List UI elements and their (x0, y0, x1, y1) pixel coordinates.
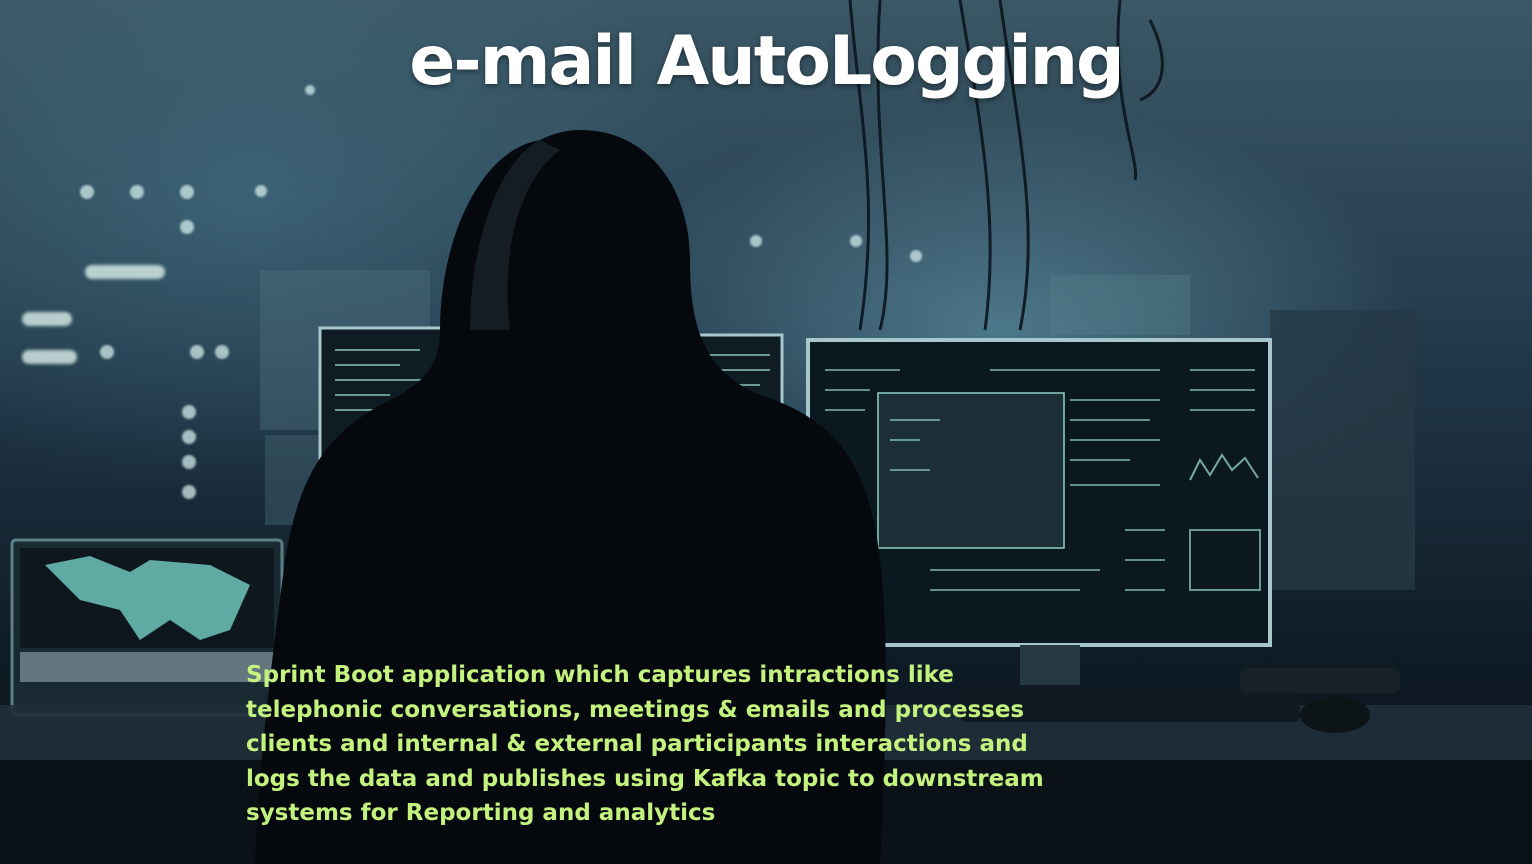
bokeh-light (182, 455, 196, 469)
slide: e-mail AutoLogging Sprint Boot applicati… (0, 0, 1532, 864)
bokeh-light (182, 405, 196, 419)
bokeh-light (130, 185, 144, 199)
bokeh-light (255, 185, 267, 197)
bokeh-light (180, 220, 194, 234)
slide-title: e-mail AutoLogging (409, 22, 1124, 101)
bokeh-light (190, 345, 204, 359)
background-monitor (1270, 310, 1415, 590)
laptop-taskbar (20, 652, 274, 682)
speaker (1240, 668, 1400, 693)
bokeh-light (182, 485, 196, 499)
slide-description: Sprint Boot application which captures i… (246, 662, 1044, 826)
bokeh-light (85, 265, 165, 279)
bokeh-light (215, 345, 229, 359)
bokeh-light (180, 185, 194, 199)
mouse (1300, 697, 1370, 733)
bokeh-light (910, 250, 922, 262)
bokeh-light (100, 345, 114, 359)
bokeh-light (22, 350, 77, 364)
bokeh-light (22, 312, 72, 326)
bokeh-light (80, 185, 94, 199)
bokeh-light (850, 235, 862, 247)
bokeh-light (750, 235, 762, 247)
bokeh-light (182, 430, 196, 444)
background-panel (1050, 275, 1190, 335)
